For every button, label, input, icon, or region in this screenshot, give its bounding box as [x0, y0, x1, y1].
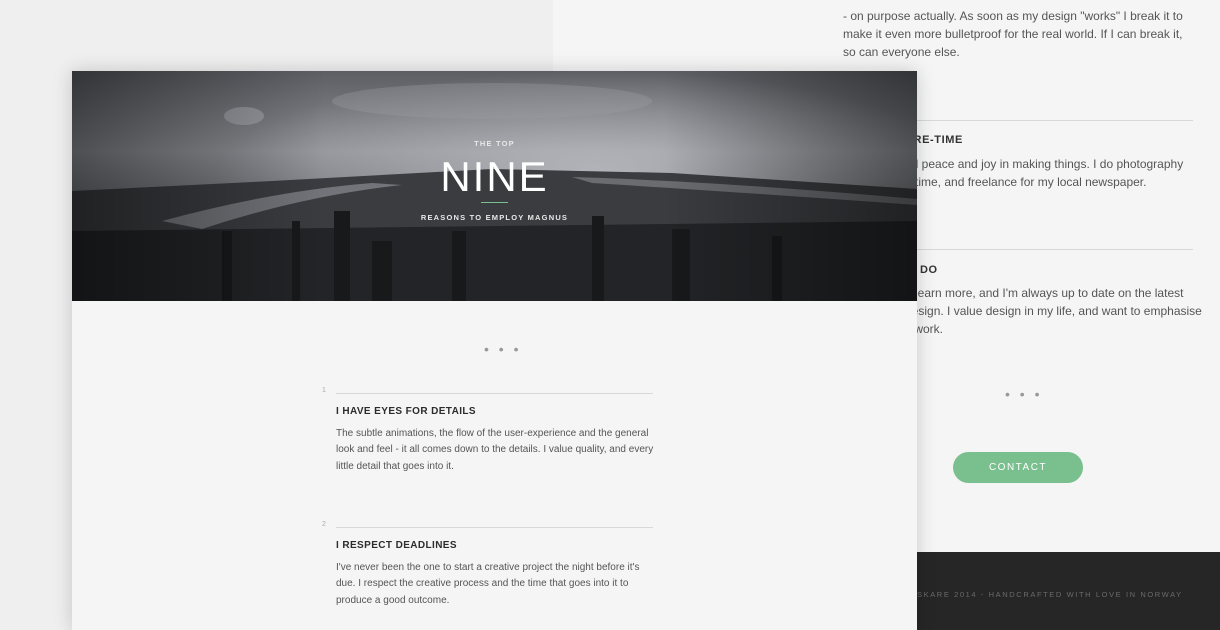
section-body-do: o learn more, and I'm always up to date … — [905, 286, 1202, 336]
hero-title: NINE — [440, 153, 549, 200]
hero-banner: THE TOP NINE REASONS TO EMPLOY MAGNUS — [72, 71, 917, 301]
contact-button[interactable]: CONTACT — [953, 452, 1083, 483]
intro-paragraph: - on purpose actually. As soon as my des… — [843, 9, 1183, 59]
reason-divider — [336, 393, 653, 394]
front-page: THE TOP NINE REASONS TO EMPLOY MAGNUS • … — [72, 71, 917, 630]
separator-dots: • • • — [1005, 386, 1043, 402]
hero-subtitle: REASONS TO EMPLOY MAGNUS — [420, 213, 569, 222]
footer-copyright: SKARE 2014 - HANDCRAFTED WITH LOVE IN NO… — [917, 590, 1183, 599]
separator-dots: • • • — [484, 341, 522, 357]
reason-body: The subtle animations, the flow of the u… — [336, 428, 654, 472]
hero-accent-line — [481, 202, 508, 203]
reason-title: I HAVE EYES FOR DETAILS — [336, 406, 476, 417]
section-heading-do: DO — [920, 264, 938, 276]
reason-body: I've never been the one to start a creat… — [336, 562, 640, 606]
reason-title: I RESPECT DEADLINES — [336, 540, 457, 551]
hero-kicker: THE TOP — [474, 139, 515, 148]
section-body-spare-time: nd peace and joy in making things. I do … — [905, 157, 1184, 189]
reason-number: 1 — [322, 387, 326, 394]
reason-number: 2 — [322, 521, 326, 528]
reason-divider — [336, 527, 653, 528]
